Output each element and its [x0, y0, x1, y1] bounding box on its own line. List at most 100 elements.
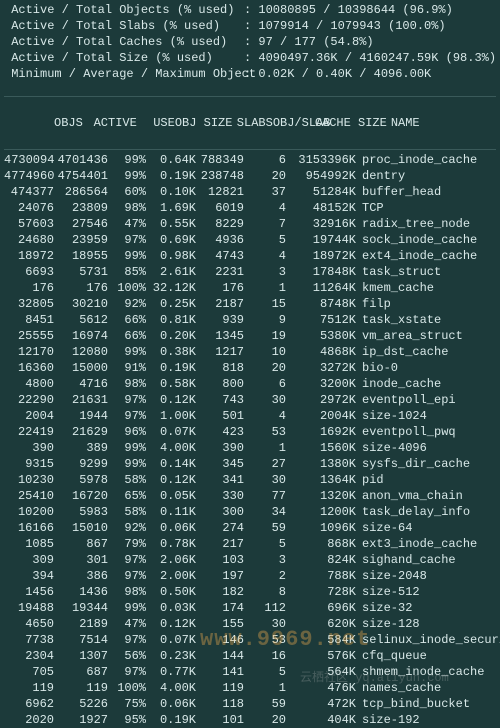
- cell-active: 867: [54, 536, 108, 552]
- cell-ops: 2: [244, 568, 286, 584]
- cell-ops: 59: [244, 520, 286, 536]
- cell-osize: 1.00K: [146, 408, 196, 424]
- cell-use: 85%: [108, 264, 146, 280]
- cell-active: 5612: [54, 312, 108, 328]
- cell-use: 98%: [108, 376, 146, 392]
- cell-slabs: 743: [196, 392, 244, 408]
- cell-csize: 1692K: [286, 424, 356, 440]
- cell-ops: 27: [244, 456, 286, 472]
- cell-osize: 0.38K: [146, 344, 196, 360]
- cell-ops: 4: [244, 248, 286, 264]
- cell-osize: 2.06K: [146, 552, 196, 568]
- cell-objs: 10200: [4, 504, 54, 520]
- cell-name: filp: [356, 296, 391, 312]
- cell-objs: 2304: [4, 648, 54, 664]
- stat-row: Minimum / Average / Maximum Object: 0.02…: [4, 66, 496, 82]
- cell-objs: 2020: [4, 712, 54, 728]
- cell-objs: 2004: [4, 408, 54, 424]
- cell-name: sighand_cache: [356, 552, 456, 568]
- cell-use: 98%: [108, 200, 146, 216]
- cell-active: 386: [54, 568, 108, 584]
- cell-active: 27546: [54, 216, 108, 232]
- cell-active: 12080: [54, 344, 108, 360]
- cell-csize: 576K: [286, 648, 356, 664]
- cell-name: task_delay_info: [356, 504, 470, 520]
- cell-objs: 24680: [4, 232, 54, 248]
- cell-name: ip_dst_cache: [356, 344, 448, 360]
- cell-active: 5731: [54, 264, 108, 280]
- cell-active: 4701436: [54, 152, 108, 168]
- cell-osize: 0.10K: [146, 184, 196, 200]
- cell-name: kmem_cache: [356, 280, 434, 296]
- cell-csize: 472K: [286, 696, 356, 712]
- cell-slabs: 2187: [196, 296, 244, 312]
- stat-value: : 10080895 / 10398644 (96.9%): [244, 3, 453, 17]
- cell-use: 91%: [108, 360, 146, 376]
- cell-ops: 1: [244, 680, 286, 696]
- cell-osize: 0.14K: [146, 456, 196, 472]
- cell-active: 9299: [54, 456, 108, 472]
- cell-active: 4754401: [54, 168, 108, 184]
- cell-objs: 16166: [4, 520, 54, 536]
- cell-slabs: 818: [196, 360, 244, 376]
- cell-csize: 2004K: [286, 408, 356, 424]
- table-row: 6962522675%0.06K11859472Ktcp_bind_bucket: [4, 696, 496, 712]
- table-row: 2304130756%0.23K14416576Kcfq_queue: [4, 648, 496, 664]
- cell-osize: 0.12K: [146, 392, 196, 408]
- cell-osize: 0.64K: [146, 152, 196, 168]
- cell-csize: 48152K: [286, 200, 356, 216]
- cell-csize: 4868K: [286, 344, 356, 360]
- cell-slabs: 939: [196, 312, 244, 328]
- cell-name: selinux_inode_security: [356, 632, 500, 648]
- table-row: 39038999%4.00K39011560Ksize-4096: [4, 440, 496, 456]
- cell-slabs: 4936: [196, 232, 244, 248]
- cell-use: 92%: [108, 296, 146, 312]
- cell-ops: 34: [244, 504, 286, 520]
- stat-row: Active / Total Size (% used): 4090497.36…: [4, 50, 496, 66]
- cell-ops: 4: [244, 200, 286, 216]
- table-row: 222902163197%0.12K743302972Keventpoll_ep…: [4, 392, 496, 408]
- cell-objs: 19488: [4, 600, 54, 616]
- cell-csize: 3153396K: [286, 152, 356, 168]
- cell-active: 1436: [54, 584, 108, 600]
- cell-ops: 7: [244, 216, 286, 232]
- cell-ops: 5: [244, 232, 286, 248]
- cell-objs: 18972: [4, 248, 54, 264]
- cell-objs: 9315: [4, 456, 54, 472]
- cell-slabs: 501: [196, 408, 244, 424]
- cell-csize: 696K: [286, 600, 356, 616]
- cell-use: 97%: [108, 568, 146, 584]
- cell-ops: 3: [244, 264, 286, 280]
- cell-objs: 4800: [4, 376, 54, 392]
- cell-csize: 476K: [286, 680, 356, 696]
- cell-osize: 0.69K: [146, 232, 196, 248]
- stat-label: Active / Total Caches (% used): [4, 34, 244, 50]
- cell-osize: 0.03K: [146, 600, 196, 616]
- cell-csize: 18972K: [286, 248, 356, 264]
- cell-objs: 25555: [4, 328, 54, 344]
- cell-osize: 0.25K: [146, 296, 196, 312]
- cell-slabs: 155: [196, 616, 244, 632]
- cell-active: 5226: [54, 696, 108, 712]
- cell-active: 1927: [54, 712, 108, 728]
- cell-csize: 584K: [286, 632, 356, 648]
- cell-ops: 77: [244, 488, 286, 504]
- cell-use: 47%: [108, 616, 146, 632]
- cell-name: size-1024: [356, 408, 427, 424]
- cell-objs: 4650: [4, 616, 54, 632]
- cell-slabs: 1217: [196, 344, 244, 360]
- table-row: 10200598358%0.11K300341200Ktask_delay_in…: [4, 504, 496, 520]
- cell-name: names_cache: [356, 680, 441, 696]
- cell-ops: 16: [244, 648, 286, 664]
- cell-objs: 390: [4, 440, 54, 456]
- cell-active: 21629: [54, 424, 108, 440]
- table-row: 246802395997%0.69K4936519744Ksock_inode_…: [4, 232, 496, 248]
- cell-csize: 7512K: [286, 312, 356, 328]
- cell-csize: 19744K: [286, 232, 356, 248]
- cell-active: 2189: [54, 616, 108, 632]
- cell-objs: 57603: [4, 216, 54, 232]
- table-row: 9315929999%0.14K345271380Ksysfs_dir_cach…: [4, 456, 496, 472]
- cell-name: proc_inode_cache: [356, 152, 477, 168]
- stat-label: Active / Total Size (% used): [4, 50, 244, 66]
- hdr-name: NAME: [385, 115, 420, 131]
